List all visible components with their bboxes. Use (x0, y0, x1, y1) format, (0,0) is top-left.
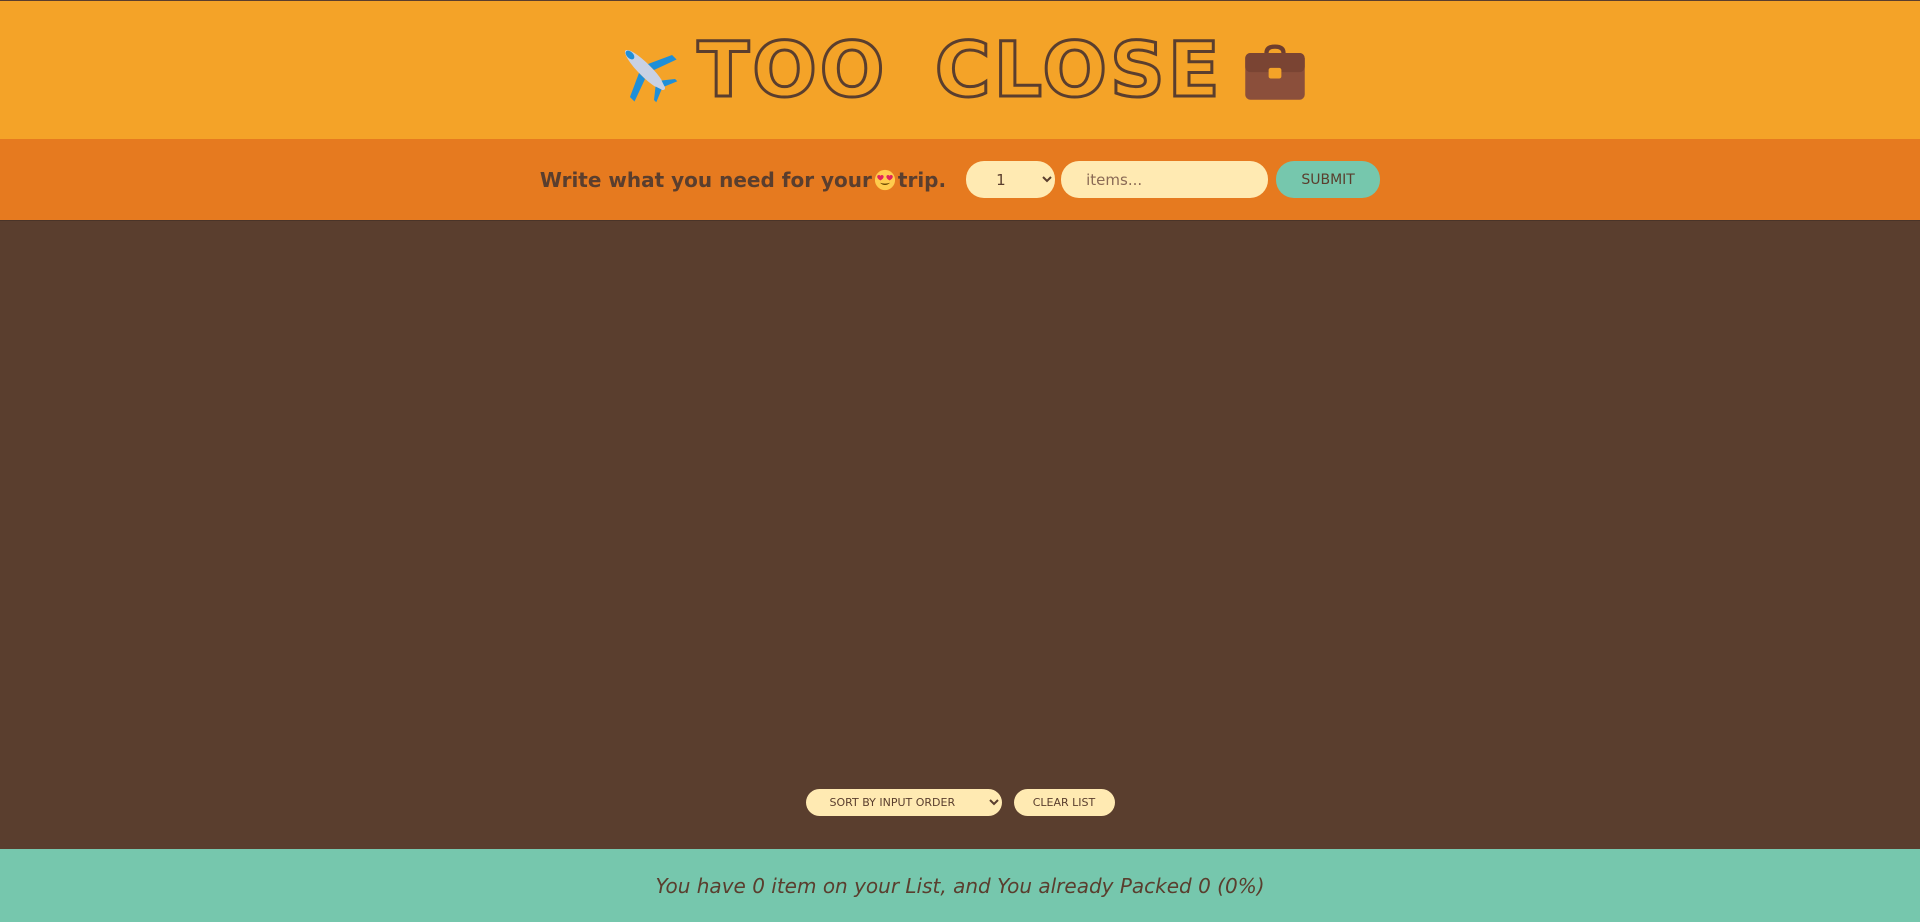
stats-text: You have 0 item on your List, and You al… (655, 873, 1265, 898)
app-title: TOO CLOSE (696, 25, 1223, 114)
app-header: TOO CLOSE (0, 0, 1920, 139)
sort-select[interactable]: SORT BY INPUT ORDER (805, 789, 1002, 816)
briefcase-icon (1241, 36, 1309, 104)
item-input[interactable] (1061, 161, 1269, 198)
smiling-face-with-heart-eyes-icon (874, 169, 896, 191)
quantity-select[interactable]: 1 (966, 161, 1056, 198)
clear-list-button[interactable]: CLEAR LIST (1013, 789, 1115, 816)
packing-list (0, 221, 1920, 789)
airplane-icon (611, 36, 679, 104)
stats-footer: You have 0 item on your List, and You al… (0, 849, 1920, 922)
list-actions: SORT BY INPUT ORDER CLEAR LIST (805, 789, 1115, 816)
submit-button[interactable]: SUBMIT (1276, 161, 1381, 198)
form-prompt: Write what you need for your trip. (540, 168, 946, 192)
prompt-text-before: Write what you need for your (539, 167, 872, 192)
add-item-form: Write what you need for your trip. 1 SUB… (0, 139, 1920, 221)
prompt-text-after: trip. (897, 167, 947, 192)
packing-list-area: SORT BY INPUT ORDER CLEAR LIST (0, 221, 1920, 849)
